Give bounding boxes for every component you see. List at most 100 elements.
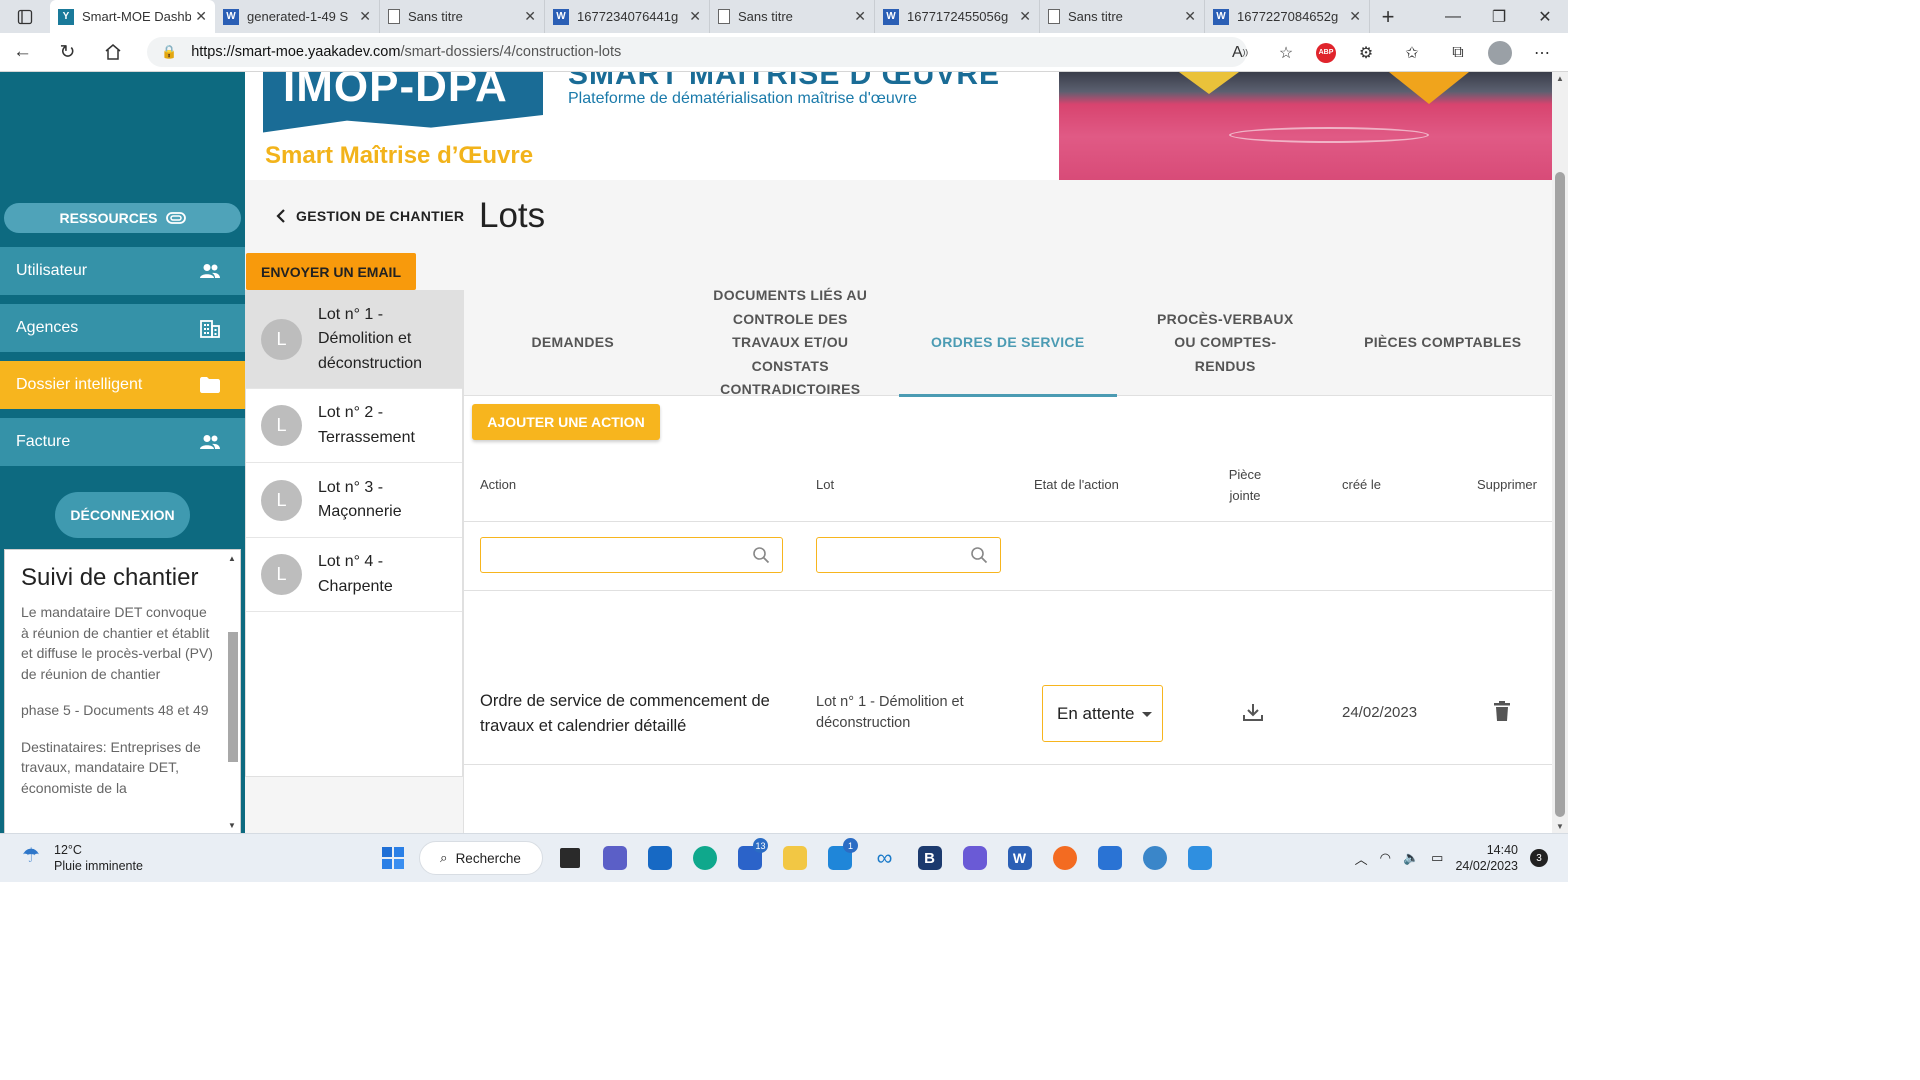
scroll-up-icon[interactable]: ▲ (226, 554, 238, 563)
send-email-button[interactable]: ENVOYER UN EMAIL (246, 253, 416, 290)
tab-pieces-comptables[interactable]: PIÈCES COMPTABLES (1334, 290, 1552, 396)
action-state-select[interactable]: En attente (1042, 685, 1163, 742)
profile-avatar[interactable] (1488, 40, 1512, 65)
logo-tagline: Smart Maîtrise d’Œuvre (265, 142, 534, 169)
document-favicon-icon (1048, 9, 1060, 24)
close-tab-icon[interactable]: ✕ (195, 8, 207, 25)
download-icon[interactable] (1242, 702, 1264, 730)
wifi-icon[interactable]: ◠ (1380, 850, 1391, 866)
column-header-delete[interactable]: Supprimer (1477, 474, 1537, 495)
restore-icon[interactable]: ❐ (1476, 0, 1522, 33)
edge-browser-icon[interactable] (682, 840, 727, 876)
new-tab-icon[interactable]: + (1370, 0, 1406, 33)
taskbar-search[interactable]: ⌕ Recherche (419, 841, 543, 875)
b-app-icon[interactable]: B (907, 840, 952, 876)
volume-icon[interactable]: 🔈 (1403, 850, 1419, 866)
url-field[interactable]: 🔒 https://smart-moe.yaakadev.com/smart-d… (147, 37, 1247, 67)
firefox-icon[interactable] (1042, 840, 1087, 876)
calendar-icon[interactable] (1087, 840, 1132, 876)
close-tab-icon[interactable]: ✕ (689, 8, 701, 25)
photos-icon[interactable] (1177, 840, 1222, 876)
info-panel[interactable]: Suivi de chantier Le mandataire DET conv… (4, 549, 241, 833)
delete-icon[interactable] (1494, 701, 1510, 729)
extensions-icon[interactable]: ⚙ (1350, 37, 1382, 69)
browser-tab-1677234076441[interactable]: W 1677234076441g ✕ (545, 0, 710, 33)
browser-tab-smart-moe[interactable]: Y Smart-MOE Dashb ✕ (50, 0, 215, 33)
browser-tab-1677172455056[interactable]: W 1677172455056g ✕ (875, 0, 1040, 33)
back-arrow-icon[interactable]: ← (0, 33, 45, 72)
sidebar-item-dossier-intelligent[interactable]: Dossier intelligent (0, 361, 245, 409)
lot-label: Lot n° 2 - Terrassement (318, 404, 415, 446)
chat-app-icon[interactable] (1132, 840, 1177, 876)
lock-icon: 🔒 (161, 44, 178, 59)
todo-icon[interactable]: 13 (727, 838, 772, 876)
adblock-icon[interactable]: ABP (1316, 42, 1336, 63)
scrollbar-thumb[interactable] (1555, 172, 1565, 817)
infinity-app-icon[interactable]: ∞ (862, 840, 907, 876)
home-icon[interactable] (90, 33, 135, 72)
table-cell-lot: Lot n° 1 - Démolition et déconstruction (816, 694, 964, 731)
battery-icon[interactable]: ▭ (1431, 850, 1443, 866)
sidebar-item-agences[interactable]: Agences (0, 304, 245, 352)
column-header-created[interactable]: créé le (1342, 474, 1381, 495)
browser-tab-generated[interactable]: W generated-1-49 S ✕ (215, 0, 380, 33)
close-tab-icon[interactable]: ✕ (1349, 8, 1361, 25)
chevron-up-icon[interactable]: ︿ (1355, 849, 1368, 868)
collections-icon[interactable]: ⧉ (1442, 37, 1474, 69)
scroll-up-icon[interactable]: ▲ (1552, 74, 1568, 83)
info-scrollbar[interactable]: ▲ ▼ (226, 554, 238, 830)
lot-filter-input[interactable] (816, 537, 1001, 573)
refresh-icon[interactable]: ↻ (45, 33, 90, 72)
lot-item[interactable]: L Lot n° 1 - Démolition et déconstructio… (246, 291, 462, 389)
column-header-attachment[interactable]: Pièce jointe (1222, 464, 1268, 506)
scroll-down-icon[interactable]: ▼ (226, 821, 238, 830)
task-view-icon[interactable] (547, 840, 592, 876)
store-icon[interactable] (637, 840, 682, 876)
resources-button[interactable]: RESSOURCES (4, 203, 241, 233)
tab-documents-controle[interactable]: DOCUMENTS LIÉS AU CONTROLE DES TRAVAUX E… (682, 287, 900, 397)
close-window-icon[interactable]: ✕ (1522, 0, 1568, 33)
tab-proces-verbaux[interactable]: PROCÈS-VERBAUX OU COMPTES-RENDUS (1117, 290, 1335, 396)
read-aloud-icon[interactable]: A)) (1224, 37, 1256, 69)
browser-tab-1677227084652[interactable]: W 1677227084652g ✕ (1205, 0, 1370, 33)
scroll-down-icon[interactable]: ▼ (1552, 822, 1568, 831)
sidebar-item-facture[interactable]: Facture (0, 418, 245, 466)
browser-tab-sans-titre-2[interactable]: Sans titre ✕ (710, 0, 875, 33)
copilot-icon[interactable] (952, 840, 997, 876)
action-filter-input[interactable] (480, 537, 783, 573)
notification-badge[interactable]: 3 (1530, 849, 1548, 867)
close-tab-icon[interactable]: ✕ (854, 8, 866, 25)
scrollbar-thumb[interactable] (228, 632, 238, 762)
mail-icon[interactable]: 1 (817, 838, 862, 876)
teams-chat-icon[interactable] (592, 840, 637, 876)
logout-button[interactable]: DÉCONNEXION (55, 492, 190, 538)
browser-tab-sans-titre-1[interactable]: Sans titre ✕ (380, 0, 545, 33)
page-scrollbar[interactable]: ▲ ▼ (1552, 72, 1568, 833)
lot-item[interactable]: L Lot n° 4 - Charpente (246, 538, 462, 612)
lot-item[interactable]: L Lot n° 2 - Terrassement (246, 389, 462, 463)
weather-widget[interactable]: ☂ 12°C Pluie imminente (18, 842, 143, 874)
lot-item[interactable]: L Lot n° 3 - Maçonnerie (246, 463, 462, 538)
word-icon[interactable]: W (997, 840, 1042, 876)
tab-ordres-de-service[interactable]: ORDRES DE SERVICE (899, 290, 1117, 397)
add-favorite-icon[interactable]: ☆ (1270, 37, 1302, 69)
favorites-icon[interactable]: ✩ (1396, 37, 1428, 69)
add-action-button[interactable]: AJOUTER UNE ACTION (472, 404, 660, 440)
column-header-state[interactable]: Etat de l'action (1034, 474, 1119, 495)
more-menu-icon[interactable]: ⋯ (1526, 37, 1558, 69)
close-tab-icon[interactable]: ✕ (1184, 8, 1196, 25)
clock[interactable]: 14:40 24/02/2023 (1455, 842, 1518, 874)
column-header-lot[interactable]: Lot (816, 474, 834, 495)
close-tab-icon[interactable]: ✕ (524, 8, 536, 25)
column-header-action[interactable]: Action (480, 474, 516, 495)
tab-demandes[interactable]: DEMANDES (464, 290, 682, 396)
sidebar-item-utilisateur[interactable]: Utilisateur (0, 247, 245, 295)
close-tab-icon[interactable]: ✕ (1019, 8, 1031, 25)
windows-start-icon[interactable] (370, 840, 415, 876)
back-to-chantier-link[interactable]: GESTION DE CHANTIER (276, 208, 464, 224)
minimize-icon[interactable]: — (1430, 0, 1476, 33)
file-explorer-icon[interactable] (772, 840, 817, 876)
close-tab-icon[interactable]: ✕ (359, 8, 371, 25)
browser-tab-sans-titre-3[interactable]: Sans titre ✕ (1040, 0, 1205, 33)
tab-actions-menu-icon[interactable] (0, 0, 50, 33)
